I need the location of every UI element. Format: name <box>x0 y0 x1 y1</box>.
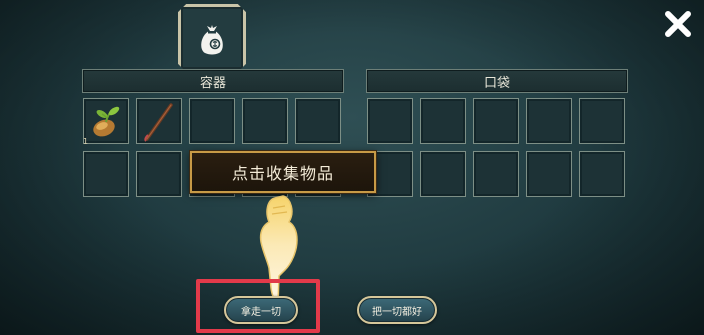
container-slot-6[interactable] <box>83 151 129 197</box>
tutorial-tooltip: 点击收集物品 <box>190 151 376 193</box>
sprouting-seed-icon <box>93 106 120 137</box>
pocket-slot-5[interactable] <box>579 98 625 144</box>
pocket-slot-4[interactable] <box>526 98 572 144</box>
put-all-button[interactable]: 把一切都好 <box>357 296 437 324</box>
container-slot-7[interactable] <box>136 151 182 197</box>
pocket-header: 口袋 <box>366 69 628 93</box>
bag-emblem <box>178 4 246 72</box>
container-slot-2[interactable] <box>136 98 182 144</box>
container-slot-5[interactable] <box>295 98 341 144</box>
pocket-slot-7[interactable] <box>420 151 466 197</box>
pocket-slot-2[interactable] <box>420 98 466 144</box>
pocket-slot-10[interactable] <box>579 151 625 197</box>
take-all-button[interactable]: 拿走一切 <box>224 296 298 324</box>
inventory-screen: 容器 口袋 1 点击收集物品 拿走一切 把一切都好 <box>0 0 704 335</box>
pocket-slot-9[interactable] <box>526 151 572 197</box>
loot-bag-icon <box>201 25 223 55</box>
close-icon <box>665 11 691 37</box>
pocket-slot-3[interactable] <box>473 98 519 144</box>
container-slot-4[interactable] <box>242 98 288 144</box>
slot-quantity: 1 <box>83 137 89 146</box>
container-slot-1[interactable]: 1 <box>83 98 129 146</box>
pocket-slot-1[interactable] <box>367 98 413 144</box>
pocket-slot-8[interactable] <box>473 151 519 197</box>
close-button[interactable] <box>660 6 696 42</box>
container-slot-3[interactable] <box>189 98 235 144</box>
container-header: 容器 <box>82 69 344 93</box>
wooden-staff-icon <box>144 103 173 142</box>
